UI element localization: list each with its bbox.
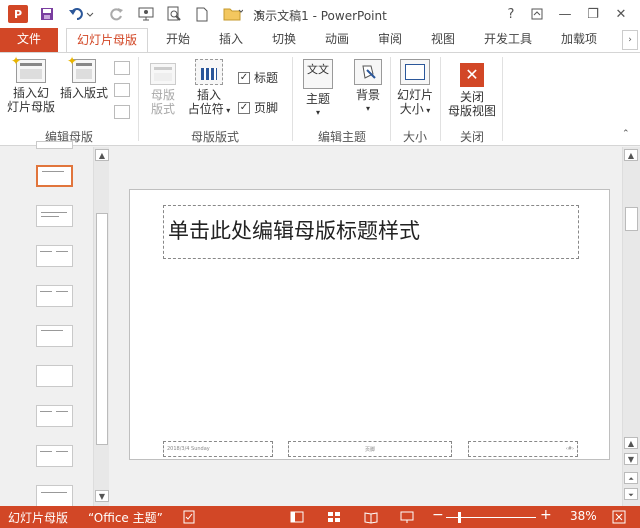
ribbon: ✦ 插入幻 灯片母版 ✦ 插入版式 编辑母版 母版 版式 插入 占位符 ▾ ✓ … [0, 52, 640, 146]
slide-thumbnail[interactable] [36, 205, 73, 227]
zoom-slider[interactable] [446, 512, 536, 523]
normal-view-icon[interactable] [290, 510, 304, 527]
reading-view-icon[interactable] [364, 510, 378, 527]
slide-thumbnail[interactable] [36, 325, 73, 347]
slide-editing-area: 单击此处编辑母版标题样式 2018/3/4 Sunday 页脚 ‹#› [112, 147, 622, 506]
tab-addins[interactable]: 加载项 [555, 28, 603, 52]
tab-review[interactable]: 审阅 [372, 28, 408, 52]
thumbnail-pane: ▲ ▼ [0, 141, 110, 507]
group-label-edit-theme: 编辑主题 [317, 130, 366, 144]
slide-thumbnail[interactable] [36, 485, 73, 507]
zoom-out-icon[interactable]: − [432, 507, 444, 523]
close-button[interactable]: ✕ [610, 4, 632, 24]
slide-thumbnail[interactable] [36, 141, 73, 149]
help-button[interactable]: ? [500, 4, 522, 24]
slide-size-button[interactable]: 幻灯片 大小 ▾ [394, 59, 436, 118]
slide-show-icon[interactable] [400, 510, 414, 527]
group-label-close: 关闭 [459, 130, 484, 144]
background-style-icon [354, 59, 382, 85]
insert-slide-master-icon: ✦ [11, 54, 46, 83]
view-name: 幻灯片母版 [8, 511, 69, 525]
thumbnail-scrollbar[interactable]: ▲ ▼ [93, 147, 109, 506]
group-label-size: 大小 [402, 130, 427, 144]
scroll-up-icon[interactable]: ▲ [95, 149, 109, 161]
close-x-icon: ✕ [460, 63, 484, 87]
zoom-slider-thumb[interactable] [458, 512, 461, 523]
tab-developer[interactable]: 开发工具 [478, 28, 538, 52]
group-divider [502, 57, 503, 141]
slide-thumbnail-selected[interactable] [36, 165, 73, 187]
ribbon-display-options-button[interactable] [526, 4, 548, 24]
scroll-thumb[interactable] [96, 213, 108, 445]
slide-thumbnail[interactable] [36, 405, 73, 427]
restore-button[interactable]: ❐ [582, 4, 604, 24]
ribbon-tabs: 文件 幻灯片母版 开始 插入 切换 动画 审阅 视图 开发工具 加载项 › [0, 28, 640, 52]
master-layout-icon [150, 63, 176, 85]
tab-transitions[interactable]: 切换 [266, 28, 302, 52]
delete-icon[interactable] [114, 61, 130, 75]
tab-slide-master[interactable]: 幻灯片母版 [66, 28, 148, 52]
group-divider [390, 57, 391, 141]
check-icon: ✓ [238, 71, 250, 84]
rename-icon[interactable] [114, 83, 130, 97]
title-checkbox[interactable]: ✓ 标题 [238, 69, 278, 86]
slide-thumbnail[interactable] [36, 245, 73, 267]
slide-thumbnail[interactable] [36, 445, 73, 467]
master-layout-button[interactable]: 母版 版式 [144, 63, 182, 116]
minimize-button[interactable]: — [554, 4, 576, 24]
slide-thumbnail[interactable] [36, 285, 73, 307]
slide-size-icon [400, 59, 430, 85]
scroll-thumb[interactable] [625, 207, 638, 231]
previous-slide-icon[interactable]: ⏶ [624, 472, 638, 484]
group-divider [138, 57, 139, 141]
slide-number-placeholder[interactable]: ‹#› [468, 441, 578, 457]
collapse-ribbon-icon[interactable]: ⌃ [622, 129, 630, 139]
close-master-view-button[interactable]: ✕ 关闭 母版视图 [444, 59, 500, 118]
group-label-master-layout: 母版版式 [190, 130, 239, 144]
status-bar: 幻灯片母版 “Office 主题” − + 38% [0, 506, 640, 528]
title-placeholder[interactable]: 单击此处编辑母版标题样式 [163, 205, 579, 259]
scroll-down-icon[interactable]: ▼ [624, 453, 638, 465]
slide-thumbnail[interactable] [36, 365, 73, 387]
preserve-icon[interactable] [114, 105, 130, 119]
insert-placeholder-icon [195, 59, 223, 85]
title-bar: P ▾ 演示文稿1 - PowerPoint ? — ❐ ✕ [0, 0, 640, 28]
tab-home[interactable]: 开始 [160, 28, 196, 52]
proofing-icon[interactable] [182, 510, 196, 527]
tab-insert[interactable]: 插入 [213, 28, 249, 52]
tab-animations[interactable]: 动画 [319, 28, 355, 52]
scroll-up-icon[interactable]: ▲ [624, 149, 638, 161]
theme-name: “Office 主题” [88, 511, 163, 525]
zoom-in-icon[interactable]: + [540, 507, 552, 523]
insert-layout-button[interactable]: ✦ 插入版式 [58, 54, 110, 100]
date-placeholder[interactable]: 2018/3/4 Sunday [163, 441, 273, 457]
tab-scroll-right-icon[interactable]: › [622, 30, 638, 50]
insert-placeholder-button[interactable]: 插入 占位符 ▾ [184, 59, 234, 118]
zoom-level[interactable]: 38% [570, 509, 597, 523]
insert-layout-icon: ✦ [67, 54, 96, 83]
scroll-down-icon[interactable]: ▼ [95, 490, 109, 502]
theme-icon: 文文 [303, 59, 333, 89]
footer-placeholder[interactable]: 页脚 [288, 441, 452, 457]
insert-slide-master-button[interactable]: ✦ 插入幻 灯片母版 [6, 54, 56, 114]
fit-to-window-icon[interactable] [612, 510, 626, 527]
tab-file[interactable]: 文件 [0, 28, 58, 52]
next-slide-icon[interactable]: ⏷ [624, 488, 638, 500]
scroll-up-icon[interactable]: ▲ [624, 437, 638, 449]
slide-sorter-icon[interactable] [327, 510, 341, 527]
check-icon: ✓ [238, 101, 250, 114]
tab-view[interactable]: 视图 [425, 28, 461, 52]
group-divider [292, 57, 293, 141]
theme-button[interactable]: 文文 主题 ▾ [300, 59, 336, 120]
slide-scrollbar[interactable]: ▲ ▲ ▼ ⏶ ⏷ [622, 147, 640, 506]
footer-checkbox[interactable]: ✓ 页脚 [238, 99, 278, 116]
slide-canvas[interactable]: 单击此处编辑母版标题样式 2018/3/4 Sunday 页脚 ‹#› [129, 189, 610, 460]
group-divider [440, 57, 441, 141]
background-button[interactable]: 背景 ▾ [350, 59, 386, 116]
